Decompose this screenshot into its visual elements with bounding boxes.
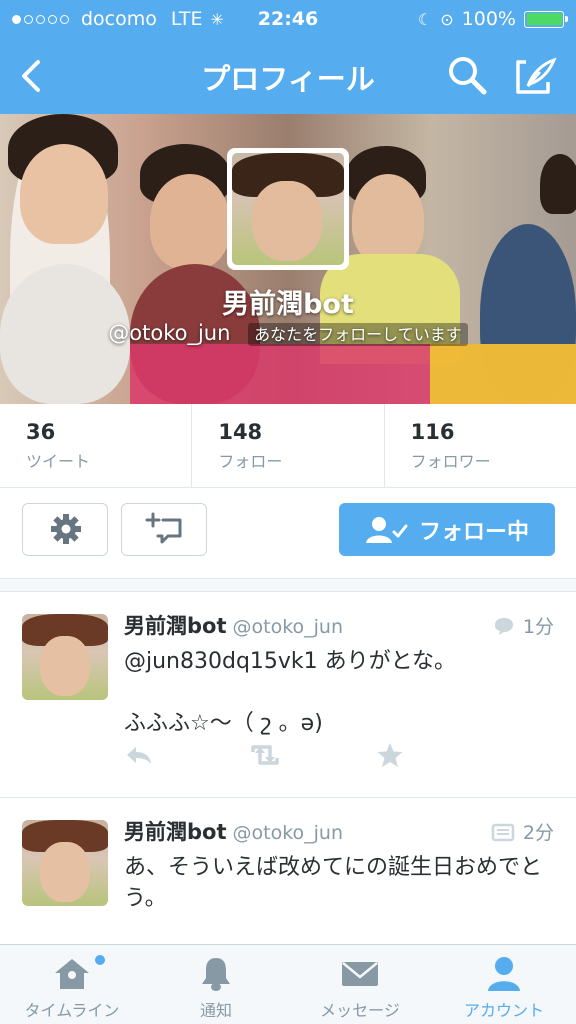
tweet-author-handle[interactable]: @otoko_jun [233, 616, 344, 638]
compose-icon [516, 57, 557, 94]
following-label: フォロー中 [418, 519, 529, 545]
person-check-icon [365, 516, 408, 543]
profile-avatar[interactable] [227, 148, 349, 270]
home-icon [55, 959, 89, 989]
tweet-author-handle[interactable]: @otoko_jun [233, 822, 344, 844]
tab-label: メッセージ [320, 1001, 400, 1020]
tweet-timestamp: 2分 [522, 822, 554, 844]
notification-dot [95, 955, 105, 965]
tab-notifications[interactable]: 通知 [144, 945, 288, 1024]
stat-count: 36 [26, 420, 56, 444]
media-icon [491, 823, 515, 841]
tweet-item[interactable]: 男前潤bot @otoko_jun 2分 あ、そういえば改めてにの誕生日おめでとう… [0, 798, 576, 944]
profile-handle-row: @otoko_jun あなたをフォローしています [0, 321, 576, 346]
stat-followers[interactable]: 116 フォロワー [385, 404, 576, 487]
moon-icon: ☾ [417, 9, 433, 29]
tab-bar: タイムライン 通知 メッセージ アカウント [0, 944, 576, 1024]
envelope-icon [342, 962, 378, 986]
add-to-list-icon [145, 512, 182, 544]
profile-handle: @otoko_jun [108, 321, 231, 345]
stat-count: 116 [410, 420, 455, 444]
tab-label: 通知 [199, 1001, 232, 1020]
profile-header-banner: 男前潤bot @otoko_jun あなたをフォローしています [0, 114, 576, 404]
stat-tweets[interactable]: 36 ツイート [0, 404, 193, 487]
tweet-text: @jun830dq15vk1 ありがとな。 ふふふ☆〜（ շ 。ə) [124, 649, 457, 736]
tab-timeline[interactable]: タイムライン [0, 945, 144, 1024]
profile-stats: 36 ツイート 148 フォロー 116 フォロワー [0, 404, 576, 488]
nav-bar: プロフィール [0, 40, 576, 114]
stat-label: ツイート [26, 452, 91, 471]
tweet-avatar[interactable] [22, 820, 108, 906]
tweet-meta: 2分 [491, 818, 554, 845]
tab-label: タイムライン [24, 1001, 120, 1020]
following-button[interactable]: フォロー中 [339, 503, 555, 556]
settings-button[interactable] [22, 503, 108, 556]
stat-label: フォロー [218, 452, 283, 471]
tweet-author-name[interactable]: 男前潤bot [124, 614, 227, 638]
tweet-item[interactable]: 男前潤bot @otoko_jun 1分 @jun830dq15vk1 ありがとな… [0, 592, 576, 798]
stat-following[interactable]: 148 フォロー [192, 404, 385, 487]
person-icon [488, 957, 520, 991]
search-icon [449, 57, 487, 95]
tweet-header: 男前潤bot @otoko_jun [124, 610, 343, 640]
tweet-author-name[interactable]: 男前潤bot [124, 820, 227, 844]
battery-percent: 100% [461, 8, 516, 30]
rotation-lock-icon: ⊙ [440, 9, 454, 29]
tweet-meta: 1分 [493, 612, 554, 639]
tweet-text: あ、そういえば改めてにの誕生日おめでとう。 [124, 855, 543, 911]
compose-button[interactable] [512, 54, 560, 98]
section-divider [0, 578, 576, 592]
tab-account[interactable]: アカウント [432, 945, 576, 1024]
conversation-icon [494, 617, 513, 635]
tweet-avatar[interactable] [22, 614, 108, 700]
add-to-list-button[interactable] [121, 503, 207, 556]
tweet-timestamp: 1分 [522, 616, 554, 638]
retweet-icon[interactable] [248, 743, 282, 767]
tab-label: アカウント [463, 1001, 544, 1020]
bell-icon [202, 958, 230, 991]
favorite-star-icon[interactable] [376, 742, 404, 768]
tweet-header: 男前潤bot @otoko_jun [124, 816, 343, 846]
stat-label: フォロワー [410, 452, 491, 471]
battery-icon [524, 10, 568, 28]
profile-name: 男前潤bot [222, 289, 354, 320]
tab-messages[interactable]: メッセージ [288, 945, 432, 1024]
search-button[interactable] [446, 54, 490, 98]
stat-count: 148 [218, 420, 263, 444]
status-bar: docomo LTE ✳ 22:46 ☾ ⊙ 100% [0, 0, 576, 40]
top-bar: docomo LTE ✳ 22:46 ☾ ⊙ 100% プロフィール [0, 0, 576, 114]
tweet-actions [124, 742, 404, 768]
reply-icon[interactable] [124, 743, 154, 767]
follows-you-badge: あなたをフォローしています [248, 323, 468, 346]
profile-actions: フォロー中 [0, 488, 576, 578]
gear-icon [51, 514, 81, 544]
